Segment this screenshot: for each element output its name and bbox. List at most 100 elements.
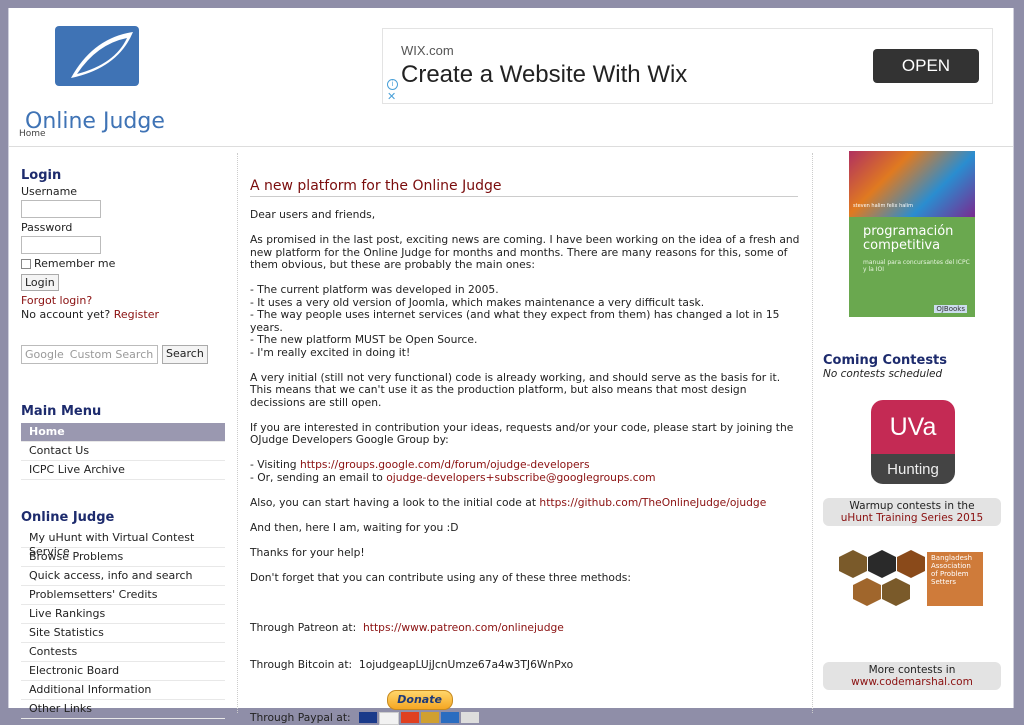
hunting-logo-text: Hunting [871,454,955,484]
card-icon [460,711,479,723]
menu-item-site-statistics[interactable]: Site Statistics [21,624,225,643]
github-line: Also, you can start having a look to the… [250,495,800,510]
menu-item-home[interactable]: Home [21,423,225,442]
main-menu-title: Main Menu [21,404,102,419]
book-cover[interactable]: steven halim felix halim programación co… [849,151,975,317]
header-divider [9,146,1013,147]
remember-me[interactable]: Remember me [21,257,225,270]
bitcoin-label: Through Bitcoin at: [250,658,353,671]
coming-contests-title: Coming Contests [823,353,948,368]
bitcoin-line: Through Bitcoin at: 1ojudgeapLUjJcnUmze6… [250,658,800,672]
reason-item: - The way people uses internet services … [250,308,780,334]
baps-logo[interactable]: Bangladesh Association of Problem Setter… [837,544,987,618]
google-group-link[interactable]: https://groups.google.com/d/forum/ojudge… [300,458,590,471]
patreon-link[interactable]: https://www.patreon.com/onlinejudge [363,621,564,634]
article-paragraph: As promised in the last post, exciting n… [250,233,800,271]
hex-tile [882,578,910,606]
ad-close-icon[interactable]: ✕ [387,91,396,102]
ad-headline[interactable]: Create a Website With Wix [401,61,687,89]
remember-label: Remember me [34,257,116,270]
menu-item-additional-info[interactable]: Additional Information [21,681,225,700]
article-contribute: Don't forget that you can contribute usi… [250,570,631,584]
menu-item-electronic-board[interactable]: Electronic Board [21,662,225,681]
menu-item-uhunt[interactable]: My uHunt with Virtual Contest Service [21,529,225,558]
menu-item-browse-problems[interactable]: Browse Problems [21,548,225,567]
baps-text: Bangladesh Association of Problem Setter… [927,552,983,606]
article-paragraph: If you are interested in contribution yo… [250,420,794,446]
menu-item-credits[interactable]: Problemsetters' Credits [21,586,225,605]
username-field[interactable] [21,200,101,218]
patreon-label: Through Patreon at: [250,620,357,634]
search-input[interactable]: Google Custom Search [21,345,158,364]
card-icon [400,711,419,723]
email-prefix: - Or, sending an email to [250,470,387,484]
card-icon [378,711,399,725]
advertisement[interactable]: WIX.com Create a Website With Wix OPEN i… [382,28,993,104]
google-label: Google [25,348,64,361]
hex-tile [853,578,881,606]
password-label: Password [21,221,73,234]
right-sidebar: steven halim felix halim programación co… [823,151,1003,690]
menu-item-other-links[interactable]: Other Links [21,700,225,719]
card-icon [440,711,459,723]
site-logo[interactable]: Online Judge [23,18,173,134]
main-menu: Home Contact Us ICPC Live Archive [21,423,225,480]
hex-tile [897,550,925,578]
logo-icon: Online Judge [25,26,165,134]
article: A new platform for the Online Judge Dear… [250,178,800,725]
column-divider [812,153,813,713]
card-icon [358,711,377,723]
google-search: Google Custom Search Search [21,345,225,364]
warmup-box: Warmup contests in the uHunt Training Se… [823,498,1001,526]
card-icon [420,711,439,723]
password-field[interactable] [21,236,101,254]
article-title[interactable]: A new platform for the Online Judge [250,178,798,197]
login-button[interactable]: Login [21,274,59,291]
paypal-donate[interactable]: Donate [358,689,479,725]
column-divider [237,153,238,713]
ad-info-icon[interactable]: i [387,79,398,90]
donate-button[interactable]: Donate [386,689,453,710]
paypal-label: Through Paypal at: [250,710,351,724]
online-judge-menu: My uHunt with Virtual Contest Service Br… [21,529,225,719]
warmup-text: Warmup contests in the [849,500,975,512]
uhunt-training-link[interactable]: uHunt Training Series 2015 [823,512,1001,524]
uva-logo-text: UVa [871,400,955,454]
reason-item: - The current platform was developed in … [250,283,499,296]
more-contests-text: More contests in [868,664,956,676]
menu-item-contact[interactable]: Contact Us [21,442,225,461]
menu-item-quick-access[interactable]: Quick access, info and search [21,567,225,586]
online-judge-title: Online Judge [21,510,115,525]
article-thanks: Thanks for your help! [250,545,365,559]
remember-checkbox[interactable] [21,258,31,269]
no-account-text: No account yet? [21,308,111,321]
hex-tile [839,550,867,578]
menu-item-icpc-live-archive[interactable]: ICPC Live Archive [21,461,225,480]
book-publisher: OJBooks [934,305,967,313]
more-contests-box: More contests in www.codemarshal.com [823,662,1001,690]
login-title: Login [21,168,62,183]
paypal-line: Through Paypal at: Donate [250,689,800,725]
codemarshal-link[interactable]: www.codemarshal.com [823,676,1001,688]
bitcoin-address[interactable]: 1ojudgeapLUjJcnUmze67a4w3TJ6WnPxo [359,658,573,671]
forgot-login-link[interactable]: Forgot login? [21,294,92,307]
github-link[interactable]: https://github.com/TheOnlineJudge/ojudge [539,496,766,509]
menu-item-contests[interactable]: Contests [21,643,225,662]
hex-tile [868,550,896,578]
register-link[interactable]: Register [114,308,159,321]
book-title: programación competitiva [863,224,954,253]
username-label: Username [21,185,78,198]
article-waiting: And then, here I am, waiting for you :D [250,520,459,534]
breadcrumb[interactable]: Home [19,129,46,139]
ad-open-button[interactable]: OPEN [873,49,979,83]
page: Online Judge Home WIX.com Create a Websi… [8,8,1014,725]
article-greeting: Dear users and friends, [250,208,376,221]
menu-item-live-rankings[interactable]: Live Rankings [21,605,225,624]
search-button[interactable]: Search [162,345,208,364]
subscribe-email-link[interactable]: ojudge-developers+subscribe@googlegroups… [386,471,655,484]
uva-hunting-logo[interactable]: UVa Hunting [871,400,955,484]
patreon-line: Through Patreon at: https://www.patreon.… [250,620,800,635]
left-sidebar: Login Username Password Remember me Logi… [21,168,225,719]
reason-item: - The new platform MUST be Open Source. [250,333,478,346]
github-prefix: Also, you can start having a look to the… [250,495,540,509]
